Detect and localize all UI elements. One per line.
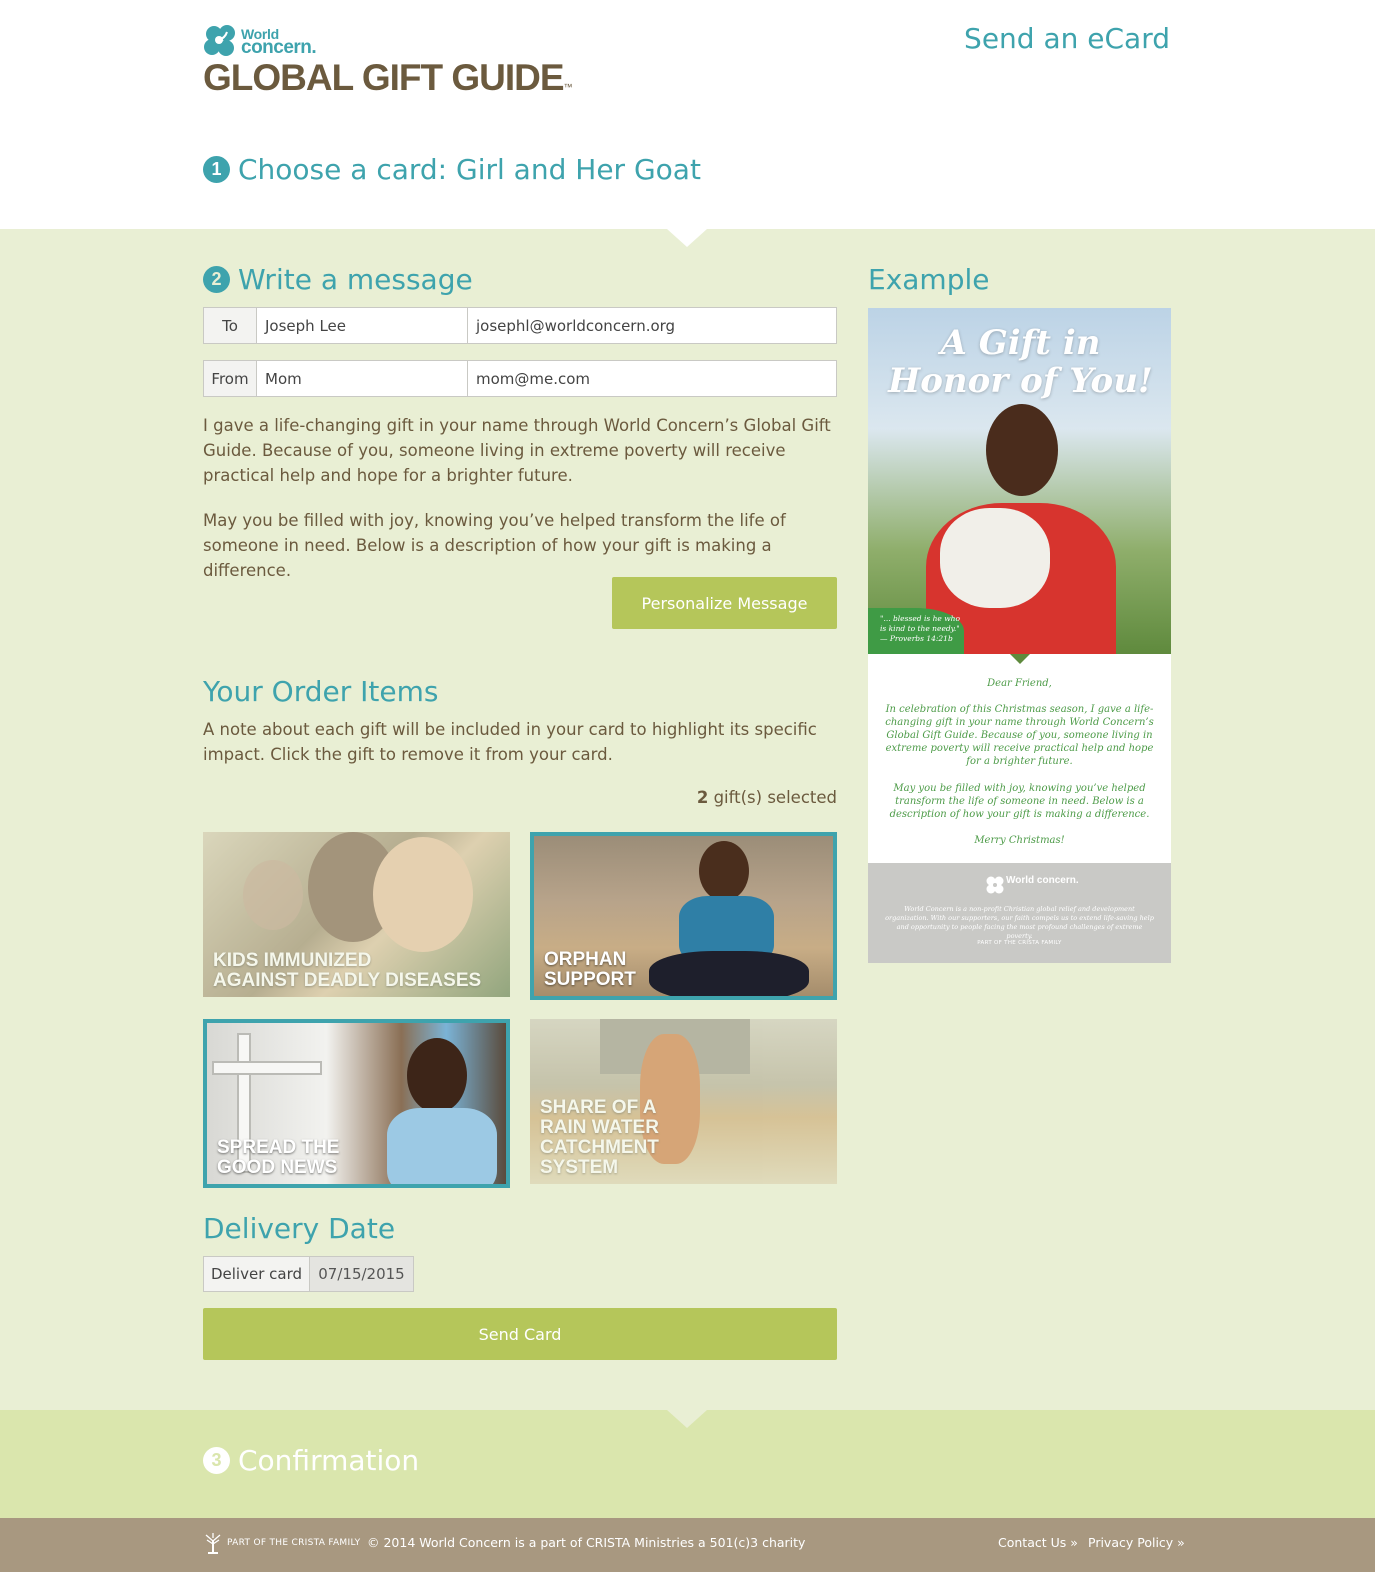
example-card-photo: A Gift in Honor of You! "... blessed is …: [868, 308, 1171, 654]
from-row: From Mom mom@me.com: [203, 360, 837, 397]
footer: PART OF THE CRISTA FAMILY © 2014 World C…: [0, 1518, 1375, 1572]
message-paragraph-2: May you be filled with joy, knowing you’…: [203, 511, 786, 580]
step-1-text: Choose a card: Girl and Her Goat: [238, 153, 701, 186]
step-3-text: Confirmation: [238, 1444, 420, 1477]
gift-tile-label: Orphan support: [544, 949, 636, 990]
step-1-number: 1: [203, 156, 230, 183]
card-photo-goat: [940, 508, 1050, 608]
header: World concern. GLOBAL GIFT GUIDE™ Send a…: [0, 0, 1375, 229]
message-paragraph-1: I gave a life-changing gift in your name…: [203, 416, 831, 485]
from-email-input[interactable]: mom@me.com: [468, 360, 837, 397]
crista-family-text: PART OF THE CRISTA FAMILY: [227, 1538, 361, 1548]
gift-tile-rain-water[interactable]: Share of a rain water catchment system: [530, 1019, 837, 1184]
delivery-date-input[interactable]: 07/15/2015: [310, 1256, 414, 1292]
gift-count-number: 2: [696, 788, 709, 807]
gift-count-suffix: gift(s) selected: [708, 788, 837, 807]
example-card-crista: PART OF THE CRISTA FAMILY: [977, 940, 1062, 946]
tile-photo-figure: [243, 860, 303, 930]
section-pointer: [667, 229, 707, 247]
section-pointer: [667, 1410, 707, 1428]
gift-tile-label: Kids immunized against deadly diseases: [213, 950, 482, 991]
example-heading: Example: [868, 263, 990, 296]
confirmation-section: 3 Confirmation: [0, 1410, 1375, 1518]
crista-tree-icon: [205, 1533, 221, 1554]
world-concern-logo[interactable]: World concern. GLOBAL GIFT GUIDE™: [203, 24, 573, 99]
tile-photo-figure: [699, 841, 749, 901]
example-card-body-1: In celebration of this Christmas season,…: [885, 704, 1154, 767]
send-card-button[interactable]: Send Card: [203, 1308, 837, 1360]
logo-tm: ™: [563, 82, 573, 92]
order-items-heading: Your Order Items: [203, 675, 439, 708]
gift-tile-orphan-support[interactable]: Orphan support: [530, 832, 837, 1000]
tile-photo-figure: [387, 1108, 497, 1184]
example-card-footer-text: World Concern is a non-profit Christian …: [885, 905, 1154, 940]
example-card: A Gift in Honor of You! "... blessed is …: [868, 308, 1171, 963]
logo-title-text: GLOBAL GIFT GUIDE: [203, 57, 565, 98]
logo-concern-text: concern.: [241, 37, 317, 58]
to-name-input[interactable]: Joseph Lee: [257, 307, 468, 344]
gift-tile-label: Spread the good news: [217, 1137, 340, 1178]
example-card-headline: A Gift in Honor of You!: [888, 323, 1153, 401]
gift-tile-label: Share of a rain water catchment system: [540, 1097, 659, 1178]
example-card-verse: "... blessed is he who is kind to the ne…: [868, 608, 964, 654]
from-label: From: [203, 360, 257, 397]
write-message-section: 2 Write a message To Joseph Lee josephl@…: [0, 229, 1375, 1410]
step-1-title: 1 Choose a card: Girl and Her Goat: [203, 153, 701, 186]
tile-photo-figure: [373, 837, 473, 952]
copyright-text: © 2014 World Concern is a part of CRISTA…: [367, 1535, 806, 1550]
step-2-text: Write a message: [238, 263, 473, 296]
deliver-card-label: Deliver card: [203, 1256, 310, 1292]
delivery-row: Deliver card 07/15/2015: [203, 1256, 414, 1292]
gift-tile-good-news[interactable]: Spread the good news: [203, 1019, 510, 1188]
example-card-closing: Merry Christmas!: [974, 835, 1065, 846]
order-items-note: A note about each gift will be included …: [203, 720, 817, 764]
logo-title: GLOBAL GIFT GUIDE™: [203, 57, 573, 107]
tile-photo-figure: [649, 951, 809, 996]
example-card-footer-logo: World concern.: [1006, 875, 1079, 886]
example-card-footer: World concern. World Concern is a non-pr…: [868, 863, 1171, 963]
tile-photo-cross: [212, 1061, 322, 1075]
privacy-policy-link[interactable]: Privacy Policy »: [1088, 1535, 1185, 1550]
card-photo-figure: [986, 404, 1058, 496]
send-ecard-link[interactable]: Send an eCard: [950, 22, 1170, 55]
gift-tile-immunization[interactable]: Kids immunized against deadly diseases: [203, 832, 510, 997]
world-concern-flower-icon: [204, 25, 235, 56]
example-card-body-2: May you be filled with joy, knowing you’…: [889, 783, 1150, 820]
to-email-input[interactable]: josephl@worldconcern.org: [468, 307, 837, 344]
contact-us-link[interactable]: Contact Us »: [998, 1535, 1078, 1550]
world-concern-flower-icon: [986, 876, 1004, 894]
step-3-number: 3: [203, 1447, 230, 1474]
from-name-input[interactable]: Mom: [257, 360, 468, 397]
example-card-greeting: Dear Friend,: [987, 678, 1052, 689]
to-row: To Joseph Lee josephl@worldconcern.org: [203, 307, 837, 344]
step-2-number: 2: [203, 266, 230, 293]
tile-photo-figure: [407, 1038, 467, 1113]
personalize-message-button[interactable]: Personalize Message: [612, 577, 837, 629]
crista-family-badge[interactable]: PART OF THE CRISTA FAMILY: [203, 1532, 360, 1554]
step-2-title: 2 Write a message: [203, 263, 473, 296]
card-pointer: [1010, 654, 1030, 664]
step-3-title: 3 Confirmation: [203, 1444, 419, 1477]
to-label: To: [203, 307, 257, 344]
delivery-date-heading: Delivery Date: [203, 1212, 396, 1245]
gift-count: 2 gift(s) selected: [560, 788, 837, 807]
